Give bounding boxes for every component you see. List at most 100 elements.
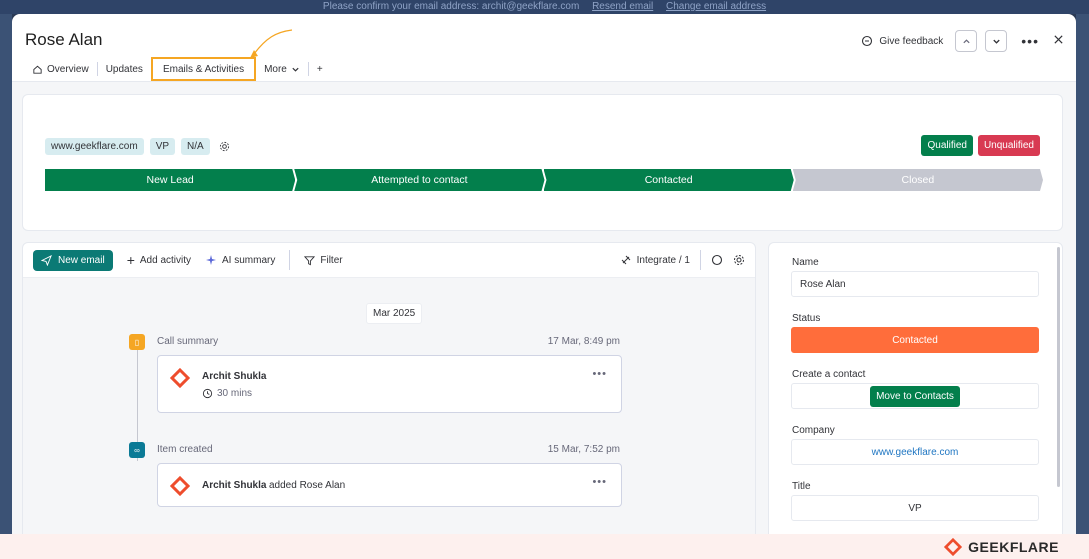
author-name: Archit Shukla [202, 371, 267, 382]
lead-chips: www.geekflare.com VP N/A [45, 138, 230, 155]
stage-pipeline: New Lead Attempted to contact Contacted … [45, 169, 1042, 191]
give-feedback-button[interactable]: Give feedback [861, 35, 943, 47]
give-feedback-label: Give feedback [879, 35, 944, 47]
unqualified-button[interactable]: Unqualified [977, 135, 1040, 156]
tab-emails-activities[interactable]: Emails & Activities [150, 57, 257, 81]
clock-icon [202, 388, 213, 399]
toolbar-right: Integrate / 1 [620, 250, 745, 270]
previous-item-button[interactable] [955, 30, 978, 52]
toolbar-divider [289, 250, 291, 270]
na-chip[interactable]: N/A [181, 138, 210, 155]
close-icon [1054, 35, 1063, 44]
name-field[interactable]: Rose Alan [791, 271, 1039, 297]
qualification-buttons: Qualified Unqualified [921, 135, 1040, 156]
qualified-button[interactable]: Qualified [921, 135, 973, 156]
brand-name: GEEKFLARE [968, 539, 1059, 555]
filter-label: Filter [320, 254, 343, 266]
settings-icon[interactable] [733, 254, 745, 266]
feedback-icon [862, 35, 873, 47]
scrollbar[interactable] [1057, 247, 1060, 487]
title-chip[interactable]: VP [149, 138, 176, 155]
add-activity-button[interactable]: + Add activity [127, 252, 191, 268]
company-field[interactable]: www.geekflare.com [791, 439, 1039, 465]
move-to-contacts-button[interactable]: Move to Contacts [870, 385, 960, 407]
chevron-up-icon [963, 38, 970, 43]
card-menu-button[interactable]: ••• [592, 368, 607, 380]
status-label: Status [792, 313, 821, 324]
header-actions: Give feedback ••• [861, 30, 1064, 52]
integrate-label: Integrate / 1 [636, 254, 690, 266]
activity-feed: New email + Add activity AI summary Filt… [22, 242, 756, 534]
ai-summary-button[interactable]: AI summary [205, 254, 275, 266]
geekflare-logo-icon [170, 368, 190, 388]
annotation-arrow-icon [250, 29, 293, 58]
chevron-down-icon [993, 39, 1000, 44]
activity-card[interactable]: Archit Shukla added Rose Alan ••• [157, 463, 622, 507]
call-icon: ▯ [129, 334, 145, 350]
company-label: Company [792, 425, 835, 436]
tab-emails-activities-label: Emails & Activities [162, 63, 245, 75]
tab-more-label: More [264, 63, 287, 75]
event-detail: added Rose Alan [269, 480, 346, 491]
date-divider: Mar 2025 [366, 303, 423, 324]
feed-toolbar: New email + Add activity AI summary Filt… [23, 243, 755, 278]
item-created-icon: ∞ [129, 442, 145, 458]
send-icon [41, 254, 52, 266]
stage-new-lead[interactable]: New Lead [45, 169, 295, 191]
stage-attempted-to-contact[interactable]: Attempted to contact [294, 169, 544, 191]
plug-icon [621, 255, 630, 265]
stage-contacted[interactable]: Contacted [544, 169, 794, 191]
ai-summary-label: AI summary [222, 254, 276, 266]
toolbar-divider [700, 250, 701, 270]
stage-closed[interactable]: Closed [793, 169, 1043, 191]
chevron-down-icon [292, 67, 299, 72]
banner-message: Please confirm your email address: archi… [322, 1, 580, 12]
create-contact-field: Move to Contacts [791, 383, 1039, 409]
email-confirm-banner: Please confirm your email address: archi… [0, 0, 1089, 14]
footer-band: GEEKFLARE [0, 534, 1089, 559]
event-time: 17 Mar, 8:49 pm [547, 336, 620, 347]
title-label: Title [792, 481, 811, 492]
background-board-right [1076, 14, 1089, 534]
sparkle-icon [206, 255, 217, 265]
lead-stage-card: www.geekflare.com VP N/A Qualified Unqua… [22, 94, 1063, 231]
close-button[interactable] [1053, 34, 1064, 48]
add-tab-label: + [316, 63, 323, 75]
geekflare-logo-icon [944, 538, 963, 556]
card-menu-button[interactable]: ••• [592, 476, 607, 488]
feed-timeline: Mar 2025 ▯ Call summary 17 Mar, 8:49 pm … [23, 278, 755, 534]
add-activity-label: Add activity [139, 254, 192, 266]
status-field[interactable]: Contacted [791, 327, 1039, 353]
more-options-button[interactable]: ••• [1021, 33, 1039, 49]
settings-icon[interactable] [219, 141, 230, 152]
home-icon [33, 65, 42, 74]
lead-item-modal: Rose Alan Overview Updates Emails & Acti… [12, 14, 1076, 534]
new-email-button[interactable]: New email [33, 249, 113, 271]
change-email-link[interactable]: Change email address [666, 1, 766, 12]
page-title: Rose Alan [25, 30, 103, 49]
website-chip[interactable]: www.geekflare.com [45, 138, 144, 155]
plus-icon: + [126, 252, 135, 268]
call-duration: 30 mins [202, 388, 252, 399]
activity-card[interactable]: Archit Shukla 30 mins ••• [157, 355, 622, 413]
add-tab-button[interactable]: + [309, 58, 331, 80]
geekflare-logo-icon [170, 476, 190, 496]
filter-icon [304, 255, 316, 265]
event-type: Call summary [157, 336, 219, 347]
chat-icon[interactable] [711, 254, 723, 266]
title-field[interactable]: VP [791, 495, 1039, 521]
integrate-button[interactable]: Integrate / 1 [620, 254, 690, 266]
resend-email-link[interactable]: Resend email [592, 1, 653, 12]
details-panel: Name Rose Alan Status Contacted Create a… [768, 242, 1063, 534]
tab-updates[interactable]: Updates [98, 58, 151, 80]
filter-button[interactable]: Filter [304, 254, 343, 266]
tab-overview[interactable]: Overview [24, 58, 97, 83]
next-item-button[interactable] [985, 30, 1008, 52]
new-email-label: New email [58, 254, 105, 266]
event-type: Item created [157, 444, 213, 455]
author-name: Archit Shukla [202, 480, 267, 491]
name-label: Name [792, 257, 819, 268]
duration-label: 30 mins [217, 388, 253, 399]
tab-updates-label: Updates [105, 63, 143, 75]
create-contact-label: Create a contact [792, 369, 866, 380]
